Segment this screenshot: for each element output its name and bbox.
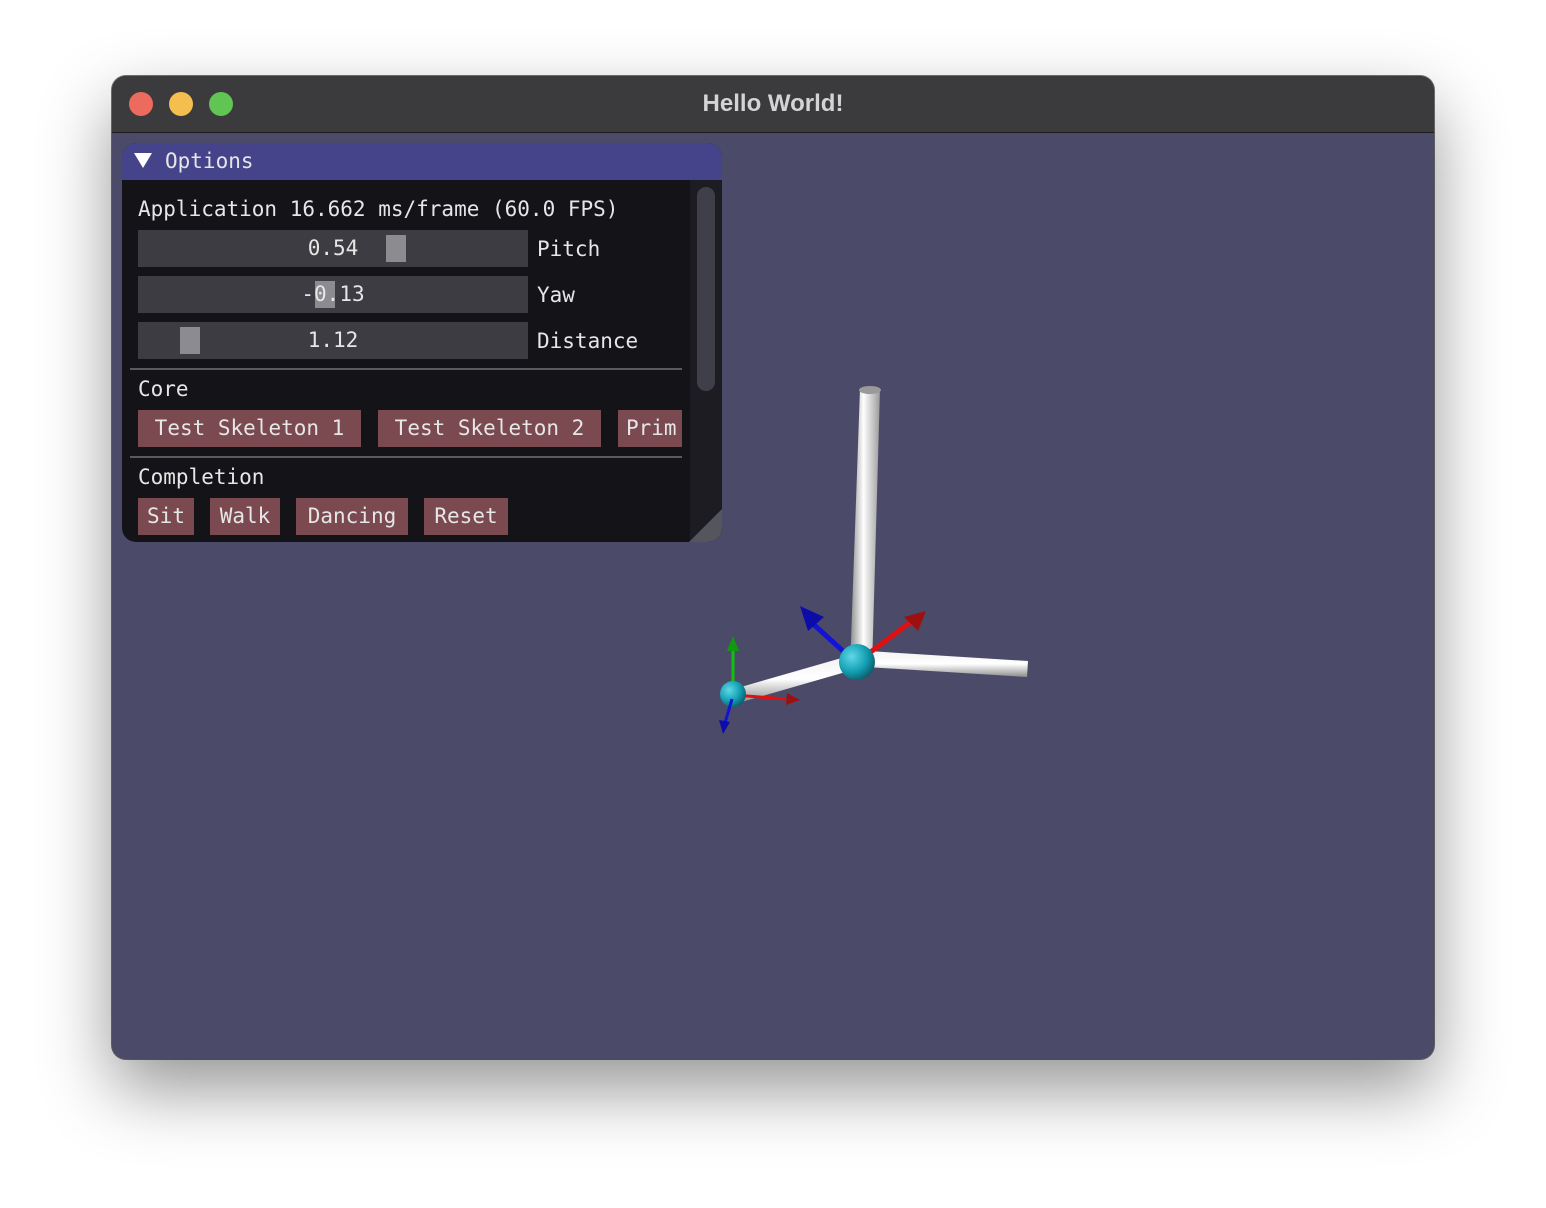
joint-main (839, 644, 875, 680)
axis-z-small-head (719, 720, 730, 734)
sit-button[interactable]: Sit (138, 498, 194, 535)
yaw-label: Yaw (537, 283, 575, 307)
distance-value: 1.12 (307, 328, 359, 352)
pitch-value: 0.54 (307, 236, 359, 260)
3d-viewport[interactable]: Options Application 16.662 ms/frame (60.… (112, 133, 1434, 1059)
bone-right (866, 651, 1028, 677)
options-title: Options (165, 149, 254, 173)
window-title: Hello World! (702, 90, 844, 117)
options-header[interactable]: Options (122, 143, 722, 180)
pitch-label: Pitch (537, 237, 601, 261)
separator (130, 456, 682, 458)
bone-upper (850, 389, 880, 669)
walk-button[interactable]: Walk (210, 498, 280, 535)
panel-scrollbar-thumb[interactable] (697, 187, 715, 391)
joint-small (720, 681, 746, 707)
distance-label: Distance (537, 329, 639, 353)
axis-x-small-head (786, 693, 800, 705)
fps-stats-text: Application 16.662 ms/frame (60.0 FPS) (138, 197, 619, 221)
axis-y-small-head (727, 636, 739, 651)
prim-button[interactable]: Prim (618, 410, 682, 447)
test-skeleton-2-button[interactable]: Test Skeleton 2 (378, 410, 601, 447)
core-header: Core (138, 377, 189, 401)
yaw-value: -0.13 (301, 282, 365, 306)
completion-header: Completion (138, 465, 265, 489)
app-window: Hello World! Options Application 16.662 … (112, 76, 1434, 1059)
options-panel[interactable]: Options Application 16.662 ms/frame (60.… (122, 143, 722, 542)
resize-grip[interactable] (689, 509, 722, 542)
bone-upper-cap (859, 386, 881, 394)
yaw-slider[interactable]: -0.13 (138, 276, 528, 313)
axis-x-main-head (904, 611, 926, 631)
separator (130, 368, 682, 370)
test-skeleton-1-button[interactable]: Test Skeleton 1 (138, 410, 361, 447)
distance-slider[interactable]: 1.12 (138, 322, 528, 359)
title-bar[interactable]: Hello World! (112, 76, 1434, 133)
reset-button[interactable]: Reset (424, 498, 508, 535)
collapse-arrow-icon[interactable] (134, 153, 152, 168)
pitch-slider[interactable]: 0.54 (138, 230, 528, 267)
dancing-button[interactable]: Dancing (296, 498, 408, 535)
